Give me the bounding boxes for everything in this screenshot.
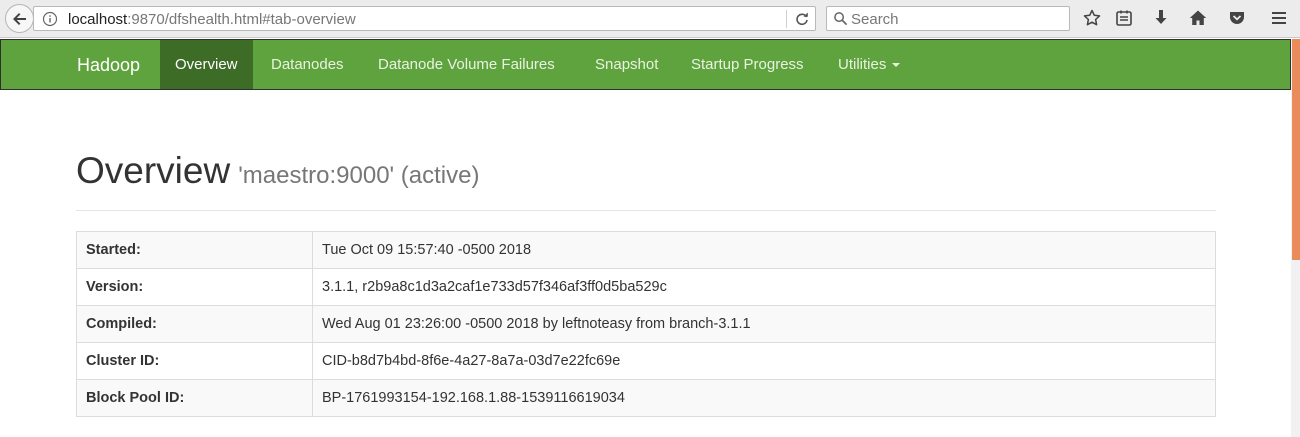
header-divider (76, 210, 1216, 211)
search-icon (834, 12, 848, 26)
nav-utilities-label: Utilities (838, 56, 887, 73)
url-divider (786, 10, 787, 28)
row-label: Started: (76, 231, 313, 269)
row-value: CID-b8d7b4bd-8f6e-4a27-8a7a-03d7e22fc69e (312, 342, 1216, 380)
page-subtitle: 'maestro:9000' (active) (238, 162, 480, 189)
row-label: Version: (76, 268, 313, 306)
url-bar[interactable]: localhost:9870/dfshealth.html#tab-overvi… (33, 6, 816, 31)
search-input[interactable] (851, 9, 1061, 29)
row-label: Compiled: (76, 305, 313, 343)
url-host: localhost (68, 11, 128, 28)
reading-list-icon[interactable] (1114, 8, 1134, 28)
nav-overview[interactable]: Overview (160, 40, 253, 89)
nav-utilities-dropdown[interactable]: Utilities (823, 40, 915, 89)
nav-datanodes[interactable]: Datanodes (256, 40, 359, 89)
page-title: Overview (76, 150, 231, 191)
back-arrow-icon (12, 12, 26, 25)
pocket-icon[interactable] (1227, 8, 1247, 28)
url-text: localhost:9870/dfshealth.html#tab-overvi… (68, 11, 356, 28)
overview-table: Started: Tue Oct 09 15:57:40 -0500 2018 … (76, 231, 1216, 417)
bookmark-star-icon[interactable] (1082, 8, 1102, 28)
table-row: Started: Tue Oct 09 15:57:40 -0500 2018 (76, 231, 1216, 269)
row-value: BP-1761993154-192.168.1.88-1539116619034 (312, 379, 1216, 417)
scrollbar-thumb[interactable] (1292, 39, 1300, 260)
reload-icon[interactable] (794, 11, 810, 27)
brand-logo[interactable]: Hadoop (77, 55, 140, 76)
table-row: Block Pool ID: BP-1761993154-192.168.1.8… (76, 379, 1216, 417)
row-label: Block Pool ID: (76, 379, 313, 417)
row-value: Tue Oct 09 15:57:40 -0500 2018 (312, 231, 1216, 269)
info-icon[interactable] (42, 11, 58, 27)
caret-down-icon (892, 63, 901, 68)
nav-datanode-volume-failures[interactable]: Datanode Volume Failures (363, 40, 570, 89)
download-icon[interactable] (1151, 8, 1171, 28)
search-box[interactable] (826, 6, 1070, 31)
row-value: Wed Aug 01 23:26:00 -0500 2018 by leftno… (312, 305, 1216, 343)
menu-icon[interactable] (1269, 8, 1289, 28)
back-button[interactable] (5, 4, 34, 33)
table-row: Version: 3.1.1, r2b9a8c1d3a2caf1e733d57f… (76, 268, 1216, 306)
page-header: Overview 'maestro:9000' (active) (76, 150, 479, 192)
home-icon[interactable] (1188, 8, 1208, 28)
table-row: Cluster ID: CID-b8d7b4bd-8f6e-4a27-8a7a-… (76, 342, 1216, 380)
row-label: Cluster ID: (76, 342, 313, 380)
nav-startup-progress[interactable]: Startup Progress (676, 40, 819, 89)
browser-toolbar: localhost:9870/dfshealth.html#tab-overvi… (0, 0, 1300, 38)
nav-snapshot[interactable]: Snapshot (580, 40, 673, 89)
navbar: Hadoop Overview Datanodes Datanode Volum… (0, 39, 1291, 90)
table-row: Compiled: Wed Aug 01 23:26:00 -0500 2018… (76, 305, 1216, 343)
row-value: 3.1.1, r2b9a8c1d3a2caf1e733d57f346af3ff0… (312, 268, 1216, 306)
url-path: :9870/dfshealth.html#tab-overview (127, 11, 356, 28)
